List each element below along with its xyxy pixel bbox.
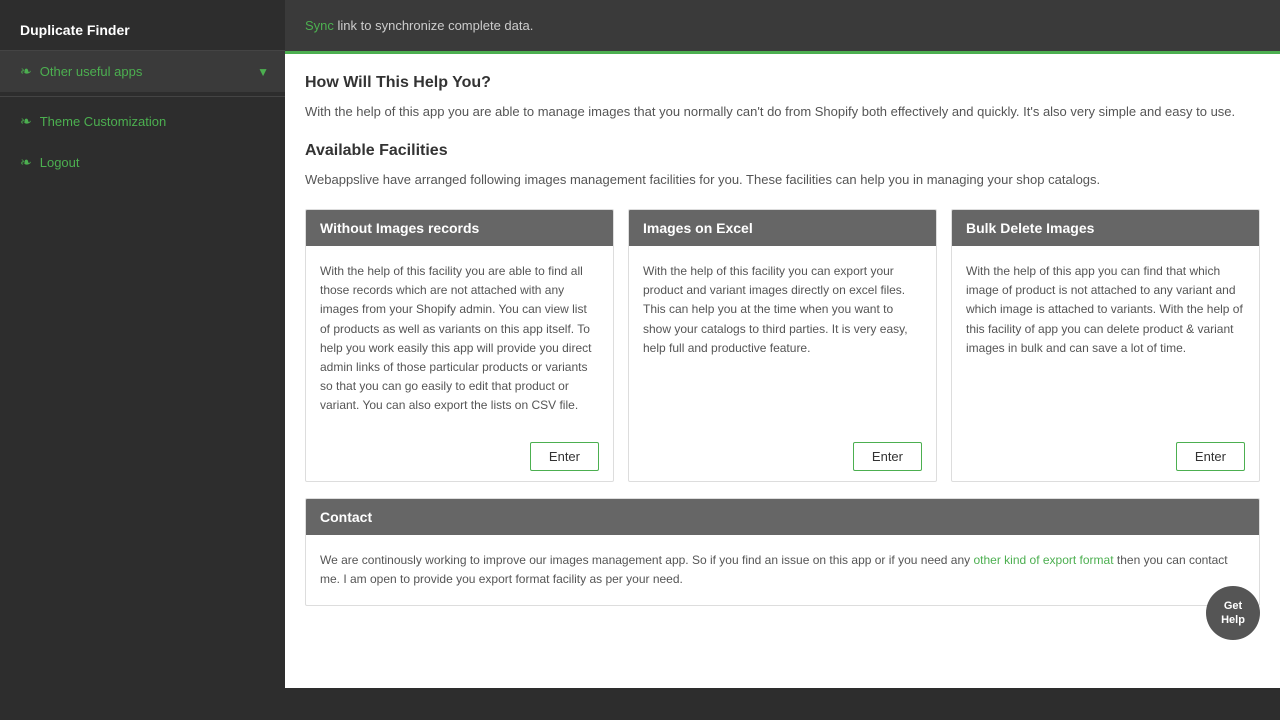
card-without-images-header: Without Images records — [306, 210, 613, 246]
info-banner-text: Sync link to synchronize complete data. — [305, 18, 533, 33]
contact-card-header: Contact — [306, 499, 1259, 535]
get-help-button[interactable]: GetHelp — [1206, 586, 1260, 640]
card-images-excel-body: With the help of this facility you can e… — [629, 246, 936, 432]
card-images-excel-footer: Enter — [629, 432, 936, 481]
sidebar-item-label: Other useful apps — [40, 64, 143, 79]
leaf-icon-2: ❧ — [20, 113, 32, 130]
card-bulk-delete-header: Bulk Delete Images — [952, 210, 1259, 246]
how-section-title: How Will This Help You? — [305, 74, 1260, 92]
card-bulk-delete: Bulk Delete Images With the help of this… — [951, 209, 1260, 482]
export-format-link[interactable]: other kind of export format — [973, 553, 1113, 567]
contact-row: Contact We are continously working to im… — [305, 498, 1260, 606]
sidebar-item-label-2: Theme Customization — [40, 114, 166, 129]
content-area: How Will This Help You? With the help of… — [285, 54, 1280, 720]
sidebar: Duplicate Finder ❧ Other useful apps ▼ ❧… — [0, 0, 285, 720]
leaf-icon-3: ❧ — [20, 154, 32, 171]
card-without-images-body: With the help of this facility you are a… — [306, 246, 613, 432]
card-bulk-delete-body: With the help of this app you can find t… — [952, 246, 1259, 432]
sidebar-item-label-3: Logout — [40, 155, 80, 170]
card-bulk-delete-footer: Enter — [952, 432, 1259, 481]
chevron-down-icon: ▼ — [257, 65, 269, 79]
card-images-on-excel: Images on Excel With the help of this fa… — [628, 209, 937, 482]
cards-row: Without Images records With the help of … — [305, 209, 1260, 482]
how-section-desc: With the help of this app you are able t… — [305, 102, 1260, 122]
enter-button-images-excel[interactable]: Enter — [853, 442, 922, 471]
enter-button-without-images[interactable]: Enter — [530, 442, 599, 471]
contact-card-body: We are continously working to improve ou… — [306, 535, 1259, 605]
contact-card: Contact We are continously working to im… — [305, 498, 1260, 606]
contact-body-prefix: We are continously working to improve ou… — [320, 553, 973, 567]
leaf-icon: ❧ — [20, 63, 32, 80]
sidebar-divider — [0, 96, 285, 97]
bottom-bar — [0, 688, 1280, 720]
get-help-label: GetHelp — [1221, 599, 1245, 628]
sync-link[interactable]: Sync — [305, 18, 334, 33]
info-banner-suffix: link to synchronize complete data. — [334, 18, 533, 33]
available-section-desc: Webappslive have arranged following imag… — [305, 170, 1260, 190]
main-content: Sync link to synchronize complete data. … — [285, 0, 1280, 720]
enter-button-bulk-delete[interactable]: Enter — [1176, 442, 1245, 471]
card-without-images: Without Images records With the help of … — [305, 209, 614, 482]
info-banner: Sync link to synchronize complete data. — [285, 0, 1280, 54]
sidebar-item-theme-customization[interactable]: ❧ Theme Customization — [0, 101, 285, 142]
sidebar-item-logout[interactable]: ❧ Logout — [0, 142, 285, 183]
sidebar-title: Duplicate Finder — [0, 10, 285, 51]
card-without-images-footer: Enter — [306, 432, 613, 481]
available-section-title: Available Facilities — [305, 142, 1260, 160]
card-images-excel-header: Images on Excel — [629, 210, 936, 246]
sidebar-item-other-useful-apps[interactable]: ❧ Other useful apps ▼ — [0, 51, 285, 92]
